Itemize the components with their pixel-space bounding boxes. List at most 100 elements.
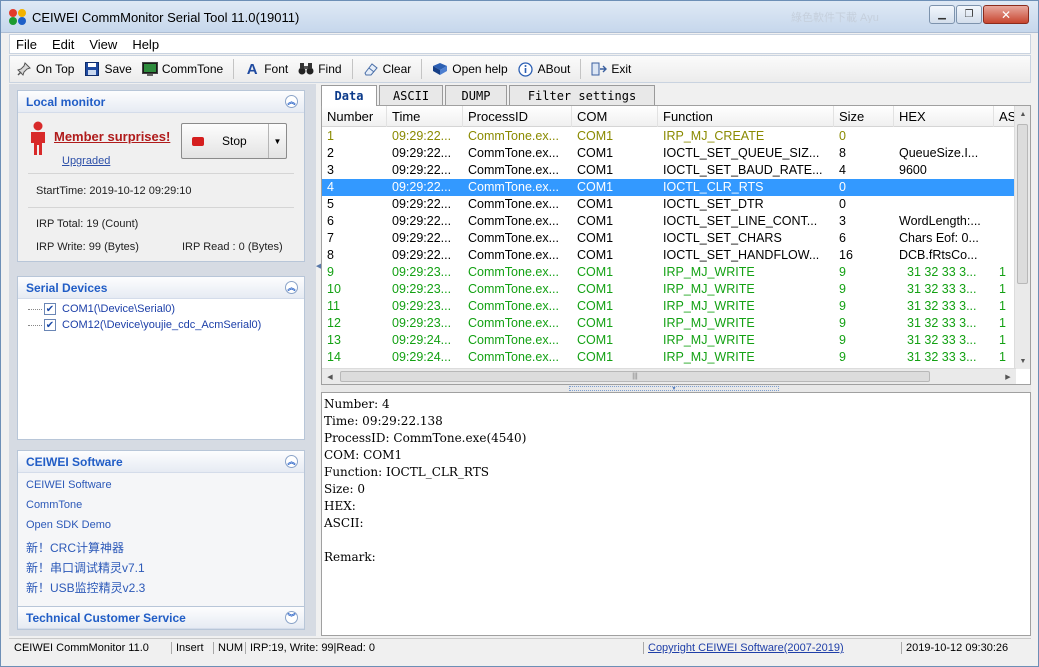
about-button[interactable]: ABout bbox=[518, 61, 570, 77]
detail-line: ASCII: bbox=[324, 516, 364, 530]
irp-total-text: IRP Total: 19 (Count) bbox=[36, 218, 139, 230]
vertical-scroll-thumb[interactable] bbox=[1017, 124, 1028, 284]
monitor-icon bbox=[141, 61, 158, 77]
menu-edit[interactable]: Edit bbox=[52, 37, 74, 52]
table-row[interactable]: 5 09:29:22... CommTone.ex... COM1 IOCTL_SET_… bbox=[322, 196, 1016, 213]
detail-line: ProcessID: CommTone.exe(4540) bbox=[324, 431, 527, 445]
column-header[interactable]: Time bbox=[387, 106, 463, 127]
horizontal-scroll-thumb[interactable]: ||| bbox=[340, 371, 930, 382]
table-row[interactable]: 8 09:29:22... CommTone.ex... COM1 IOCTL_SET_… bbox=[322, 247, 1016, 264]
link-commtone[interactable]: CommTone bbox=[26, 499, 82, 511]
table-cell: 1 bbox=[999, 350, 1006, 364]
copyright-link[interactable]: Copyright CEIWEI Software(2007-2019) bbox=[643, 642, 844, 654]
table-cell: COM1 bbox=[577, 316, 614, 330]
menu-help[interactable]: Help bbox=[132, 37, 159, 52]
detail-line: Size: 0 bbox=[324, 482, 365, 496]
column-header[interactable]: Number bbox=[322, 106, 387, 127]
scroll-down-icon[interactable]: ▼ bbox=[1015, 353, 1030, 369]
table-row[interactable]: 10 09:29:23... CommTone.ex... COM1 IRP_MJ_WR… bbox=[322, 281, 1016, 298]
commtone-button[interactable]: CommTone bbox=[141, 61, 223, 77]
horizontal-scrollbar[interactable]: ◀ ||| ▶ bbox=[322, 368, 1016, 384]
open-help-label: Open help bbox=[452, 62, 508, 76]
table-cell: COM1 bbox=[577, 129, 614, 143]
table-cell bbox=[894, 179, 994, 196]
splitter-grip-icon[interactable]: ▼ bbox=[569, 386, 779, 392]
packet-detail-panel[interactable]: Number: 4 Time: 09:29:22.138 ProcessID: Co… bbox=[321, 392, 1031, 636]
upgraded-link[interactable]: Upgraded bbox=[62, 155, 110, 167]
table-row[interactable]: 9 09:29:23... CommTone.ex... COM1 IRP_MJ_WRI… bbox=[322, 264, 1016, 281]
collapse-up-icon[interactable]: ︽ bbox=[285, 281, 298, 294]
table-row[interactable]: 14 09:29:24... CommTone.ex... COM1 IRP_MJ_WR… bbox=[322, 349, 1016, 366]
table-row[interactable]: 1 09:29:22... CommTone.ex... COM1 IRP_MJ_CRE… bbox=[322, 128, 1016, 145]
table-cell: 31 32 33 3... bbox=[907, 299, 977, 313]
open-help-button[interactable]: Open help bbox=[432, 61, 508, 77]
table-cell: CommTone.ex... bbox=[468, 282, 560, 296]
maximize-button[interactable]: ❐ bbox=[956, 5, 982, 24]
technical-service-header[interactable]: Technical Customer Service ︾ bbox=[18, 607, 304, 629]
scroll-left-icon[interactable]: ◀ bbox=[322, 369, 338, 384]
link-open-sdk-demo[interactable]: Open SDK Demo bbox=[26, 519, 111, 531]
stop-button[interactable]: Stop bbox=[182, 124, 268, 158]
table-cell bbox=[994, 213, 1016, 230]
tab-data[interactable]: Data bbox=[321, 85, 377, 106]
font-button[interactable]: A Font bbox=[244, 61, 288, 78]
expand-down-icon[interactable]: ︾ bbox=[285, 611, 298, 624]
collapse-up-icon[interactable]: ︽ bbox=[285, 455, 298, 468]
table-row[interactable]: 4 09:29:22... CommTone.ex... COM1 IOCTL_CLR_… bbox=[322, 179, 1016, 196]
tab-ascii[interactable]: ASCII bbox=[379, 85, 443, 105]
link-usb-monitor[interactable]: 新！USB监控精灵v2.3 bbox=[26, 579, 145, 596]
title-bar[interactable]: CEIWEI CommMonitor Serial Tool 11.0(1901… bbox=[1, 1, 1038, 33]
table-row[interactable]: 7 09:29:22... CommTone.ex... COM1 IOCTL_SET_… bbox=[322, 230, 1016, 247]
serial-devices-header[interactable]: Serial Devices ︽ bbox=[18, 277, 304, 299]
table-cell: Chars Eof: 0... bbox=[899, 231, 979, 245]
find-button[interactable]: Find bbox=[298, 61, 342, 77]
on-top-button[interactable]: On Top bbox=[16, 61, 74, 77]
scroll-up-icon[interactable]: ▲ bbox=[1015, 106, 1030, 122]
column-header[interactable]: HEX bbox=[894, 106, 994, 127]
menu-file[interactable]: File bbox=[16, 37, 37, 52]
table-cell: 1 bbox=[327, 129, 334, 143]
table-cell: COM1 bbox=[577, 265, 614, 279]
tab-dump[interactable]: DUMP bbox=[445, 85, 507, 105]
local-monitor-header[interactable]: Local monitor ︽ bbox=[18, 91, 304, 113]
table-row[interactable]: 13 09:29:24... CommTone.ex... COM1 IRP_MJ_WR… bbox=[322, 332, 1016, 349]
vertical-scrollbar[interactable]: ▲ ▼ bbox=[1014, 106, 1030, 369]
tree-item-com12[interactable]: ✔ COM12(\Device\youjie_cdc_AcmSerial0) bbox=[28, 319, 261, 331]
ceiwei-software-header[interactable]: CEIWEI Software ︽ bbox=[18, 451, 304, 473]
member-surprises-link[interactable]: Member surprises! bbox=[54, 129, 170, 144]
table-cell: 8 bbox=[839, 146, 846, 160]
tree-item-com1[interactable]: ✔ COM1(\Device\Serial0) bbox=[28, 303, 175, 315]
scroll-right-icon[interactable]: ▶ bbox=[1000, 369, 1016, 384]
collapse-up-icon[interactable]: ︽ bbox=[285, 95, 298, 108]
table-cell: CommTone.ex... bbox=[468, 248, 560, 262]
table-cell: 1 bbox=[999, 316, 1006, 330]
column-header[interactable]: Function bbox=[658, 106, 834, 127]
table-cell: IOCTL_SET_LINE_CONT... bbox=[663, 214, 818, 228]
column-header[interactable]: AS bbox=[994, 106, 1016, 127]
column-header[interactable]: Size bbox=[834, 106, 894, 127]
tab-filter-settings[interactable]: Filter settings bbox=[509, 85, 655, 105]
exit-button[interactable]: Exit bbox=[591, 61, 631, 77]
menu-view[interactable]: View bbox=[89, 37, 117, 52]
save-button[interactable]: Save bbox=[84, 61, 132, 77]
link-crc-tool[interactable]: 新！CRC计算神器 bbox=[26, 539, 124, 556]
table-row[interactable]: 6 09:29:22... CommTone.ex... COM1 IOCTL_SET_… bbox=[322, 213, 1016, 230]
column-header[interactable]: COM bbox=[572, 106, 658, 127]
link-serial-debug[interactable]: 新！串口调试精灵v7.1 bbox=[26, 559, 145, 576]
table-row[interactable]: 3 09:29:22... CommTone.ex... COM1 IOCTL_SET_… bbox=[322, 162, 1016, 179]
table-row[interactable]: 12 09:29:23... CommTone.ex... COM1 IRP_MJ_WR… bbox=[322, 315, 1016, 332]
close-button[interactable]: ✕ bbox=[983, 5, 1029, 24]
clear-button[interactable]: Clear bbox=[363, 61, 411, 77]
link-ceiwei-software[interactable]: CEIWEI Software bbox=[26, 479, 112, 491]
table-cell: CommTone.ex... bbox=[468, 146, 560, 160]
checkbox-com1[interactable]: ✔ bbox=[44, 303, 56, 315]
checkbox-com12[interactable]: ✔ bbox=[44, 319, 56, 331]
table-cell: 7 bbox=[327, 231, 334, 245]
table-detail-splitter[interactable]: ▼ bbox=[321, 385, 1031, 392]
minimize-button[interactable]: ▁ bbox=[929, 5, 955, 24]
stop-dropdown-arrow[interactable]: ▼ bbox=[268, 124, 286, 158]
table-row[interactable]: 2 09:29:22... CommTone.ex... COM1 IOCTL_SET_… bbox=[322, 145, 1016, 162]
column-header[interactable]: ProcessID bbox=[463, 106, 572, 127]
table-row[interactable]: 11 09:29:23... CommTone.ex... COM1 IRP_MJ_WR… bbox=[322, 298, 1016, 315]
table-cell: IRP_MJ_WRITE bbox=[663, 282, 755, 296]
